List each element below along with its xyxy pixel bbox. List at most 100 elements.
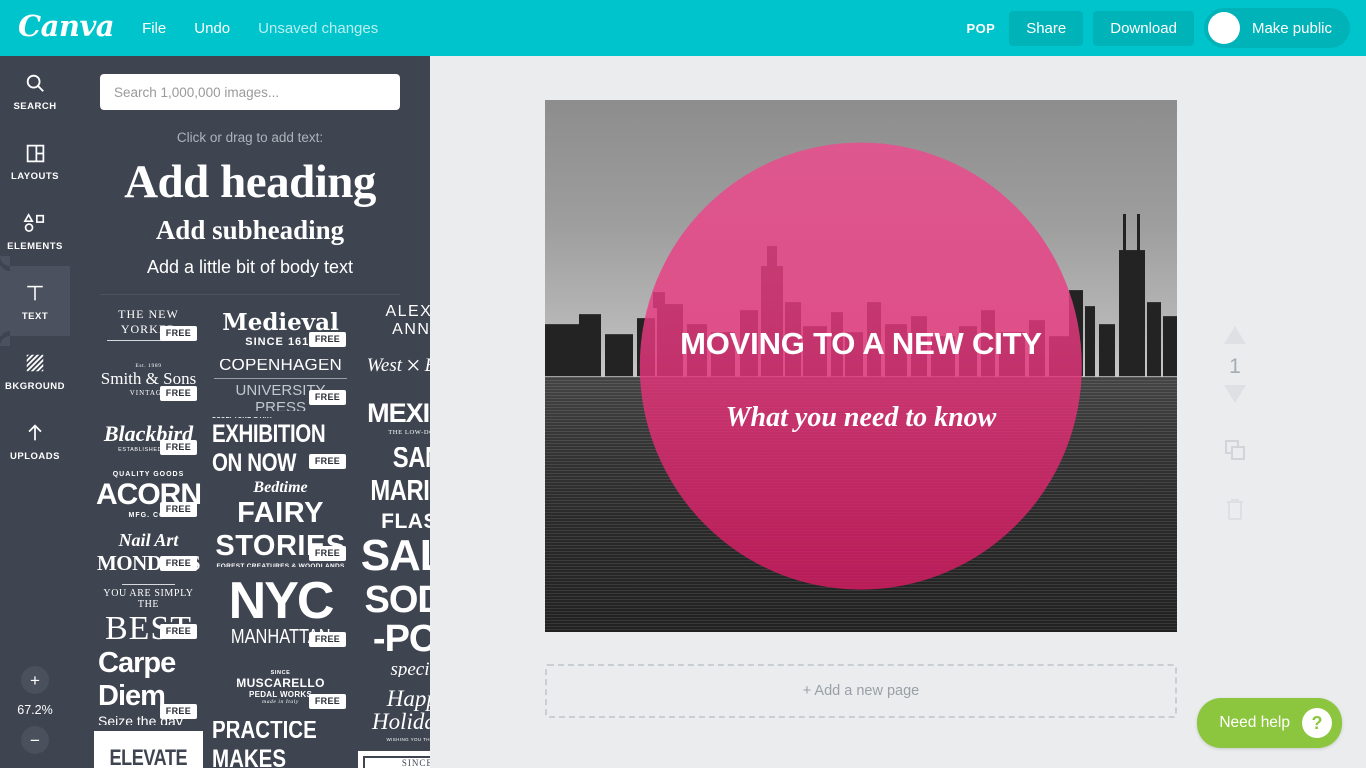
- font-card-happy-holidays[interactable]: Happy Holidays! WISHING YOU THE BEST FRE…: [358, 683, 430, 745]
- design-canvas[interactable]: MOVING TO A NEW CITY What you need to kn…: [545, 100, 1177, 632]
- sidebar-item-text[interactable]: TEXT: [0, 256, 70, 346]
- font-card-line: PEDAL WORKS: [248, 689, 313, 699]
- font-card-nyc-manhattan[interactable]: NYC MANHATTAN FREE: [209, 573, 352, 653]
- free-badge: FREE: [159, 624, 197, 639]
- pink-circle-shape[interactable]: [639, 142, 1083, 590]
- design-title-text[interactable]: MOVING TO A NEW CITY: [545, 326, 1177, 362]
- font-card-you-are-simply-the-best[interactable]: YOU ARE SIMPLY THE BEST FREE: [94, 583, 203, 645]
- sidebar-item-search[interactable]: SEARCH: [0, 56, 70, 126]
- free-badge: FREE: [159, 502, 197, 517]
- font-card-the-new[interactable]: THE NEW YORKER FREE: [94, 303, 203, 347]
- zoom-in-button[interactable]: +: [21, 666, 49, 694]
- frame-border: SINCE 2000: [363, 756, 430, 768]
- sidebar-item-elements[interactable]: ELEMENTS: [0, 196, 70, 266]
- font-card-line: ×: [406, 351, 421, 380]
- preset-add-subheading[interactable]: Add subheading: [100, 215, 400, 246]
- font-card-line: -POP: [372, 618, 430, 660]
- font-card-san-marino[interactable]: THE SAN MARINO YACHT CLUB FREE: [358, 447, 430, 503]
- make-public-toggle[interactable]: Make public: [1203, 8, 1350, 48]
- free-badge: FREE: [159, 440, 197, 455]
- free-badge: FREE: [159, 326, 197, 341]
- font-card-line: West: [366, 355, 402, 376]
- panel-hint: Click or drag to add text:: [176, 130, 324, 145]
- arrow-down-icon[interactable]: [1224, 385, 1246, 408]
- font-card-line: SAN MARINO: [370, 447, 430, 503]
- font-card-line: Nail Art: [118, 530, 179, 550]
- font-card-carpe-diem[interactable]: Carpe Diem Seize the day FREE: [94, 651, 203, 725]
- sidebar-label-uploads: UPLOADS: [10, 451, 60, 462]
- font-card-mexico[interactable]: MEXICO THE LOW-DOWN FREE: [358, 393, 430, 441]
- font-card-acorn[interactable]: QUALITY GOODS ACORN MFG. CO. FREE: [94, 467, 203, 523]
- font-card-line: COPENHAGEN: [219, 359, 342, 374]
- font-card-line: ALEX ♥ ANNA: [385, 303, 430, 338]
- free-badge: FREE: [308, 694, 347, 709]
- free-badge: FREE: [308, 390, 347, 405]
- layouts-icon: [25, 140, 46, 166]
- app-header: Canva File Undo Unsaved changes POP Shar…: [0, 0, 1366, 56]
- font-card-line: MEXICO: [367, 398, 430, 428]
- font-card-flash-sale[interactable]: FLASH SALE FREE: [358, 509, 430, 579]
- font-column-3: ALEX ♥ ANNA FREE West × East? FREE MEXIC…: [358, 303, 430, 768]
- font-template-grid: THE NEW YORKER FREE Est. 1989 Smith & So…: [70, 295, 430, 768]
- font-card-line: EXHIBITION: [212, 420, 326, 448]
- share-button[interactable]: Share: [1009, 10, 1084, 46]
- font-card-line: THE LOW-DOWN: [388, 429, 430, 436]
- page-tools: 1: [1205, 326, 1265, 526]
- download-button[interactable]: Download: [1093, 10, 1194, 46]
- font-card-soda-pop[interactable]: SODA -POP special FREE: [358, 585, 430, 677]
- font-card-since-2000[interactable]: SINCE 2000: [358, 751, 430, 768]
- font-card-muscarello[interactable]: SINCE MUSCARELLO PEDAL WORKS made in Ita…: [209, 659, 352, 715]
- font-card-line: Bedtime: [253, 481, 308, 496]
- search-input[interactable]: [114, 84, 386, 100]
- free-badge: FREE: [308, 546, 347, 561]
- font-card-line: East?: [425, 355, 430, 377]
- font-card-exhibition[interactable]: SCULPTURE & ART EXHIBITION ON NOW FREE: [209, 417, 352, 475]
- font-card-medieval[interactable]: Medieval SINCE 1611 FREE: [209, 303, 352, 353]
- need-help-label: Need help: [1219, 714, 1290, 731]
- uploads-icon: [24, 420, 46, 446]
- text-panel: Click or drag to add text: Add heading A…: [70, 56, 430, 768]
- sidebar-item-uploads[interactable]: UPLOADS: [0, 406, 70, 476]
- elements-icon: [23, 210, 47, 236]
- font-card-copenhagen[interactable]: COPENHAGEN UNIVERSITY PRESS FREE: [209, 359, 352, 411]
- trash-icon[interactable]: [1224, 497, 1246, 526]
- font-card-elevate[interactable]: ELEVATE 32 MADISON AVENUE | CANADA: [94, 731, 203, 768]
- canva-logo[interactable]: Canva: [18, 11, 115, 45]
- pop-label: POP: [966, 20, 996, 36]
- sidebar-label-elements: ELEMENTS: [7, 241, 63, 252]
- font-card-west-x-east[interactable]: West × East? FREE: [358, 345, 430, 387]
- font-card-alex-heart[interactable]: ALEX ♥ ANNA FREE: [358, 303, 430, 339]
- free-badge: FREE: [308, 454, 347, 469]
- menu-file[interactable]: File: [142, 20, 166, 37]
- sidebar-item-layouts[interactable]: LAYOUTS: [0, 126, 70, 196]
- font-card-blackbird[interactable]: Blackbird ESTABLISHED 1914 FREE: [94, 413, 203, 461]
- font-card-line: MUSCARELLO: [236, 675, 325, 690]
- sidebar-item-bkground[interactable]: BKGROUND: [0, 336, 70, 406]
- font-card-line: Happy: [386, 685, 430, 711]
- left-sidebar: SEARCH LAYOUTS ELEMENTS TEXT BKGROUND UP…: [0, 56, 70, 768]
- font-column-2: Medieval SINCE 1611 FREE COPENHAGEN UNIV…: [209, 303, 352, 768]
- font-card-line: made in Italy: [262, 698, 299, 705]
- preset-add-body-text[interactable]: Add a little bit of body text: [100, 257, 400, 294]
- design-subtitle-text[interactable]: What you need to know: [671, 398, 1050, 439]
- zoom-out-button[interactable]: −: [21, 726, 49, 754]
- font-card-line: YOU ARE SIMPLY THE: [103, 587, 194, 610]
- font-card-smith-and-sons[interactable]: Est. 1989 Smith & Sons VINTAGE FREE: [94, 353, 203, 407]
- add-new-page-button[interactable]: + Add a new page: [545, 664, 1177, 718]
- font-card-nail-art-mondays[interactable]: Nail Art MONDAYS FREE: [94, 529, 203, 577]
- arrow-up-icon[interactable]: [1224, 326, 1246, 349]
- preset-add-heading[interactable]: Add heading: [100, 155, 400, 209]
- font-card-practice-makes-perfect[interactable]: PRACTICE MAKES PERFECT FREE: [209, 721, 352, 768]
- canvas-workspace: MOVING TO A NEW CITY What you need to kn…: [430, 56, 1366, 768]
- decorative-rule: [214, 377, 347, 379]
- need-help-button[interactable]: Need help ?: [1197, 698, 1342, 748]
- background-icon: [24, 350, 46, 376]
- font-card-line: Carpe: [98, 651, 176, 679]
- menu-undo[interactable]: Undo: [194, 20, 230, 37]
- question-mark-icon: ?: [1302, 708, 1332, 738]
- font-card-fairy-stories[interactable]: Bedtime FAIRY STORIES FOREST CREATURES &…: [209, 481, 352, 567]
- duplicate-icon[interactable]: [1223, 438, 1247, 467]
- font-card-line: NYC: [228, 573, 335, 630]
- font-card-line: special: [390, 658, 430, 677]
- search-box[interactable]: [100, 74, 400, 110]
